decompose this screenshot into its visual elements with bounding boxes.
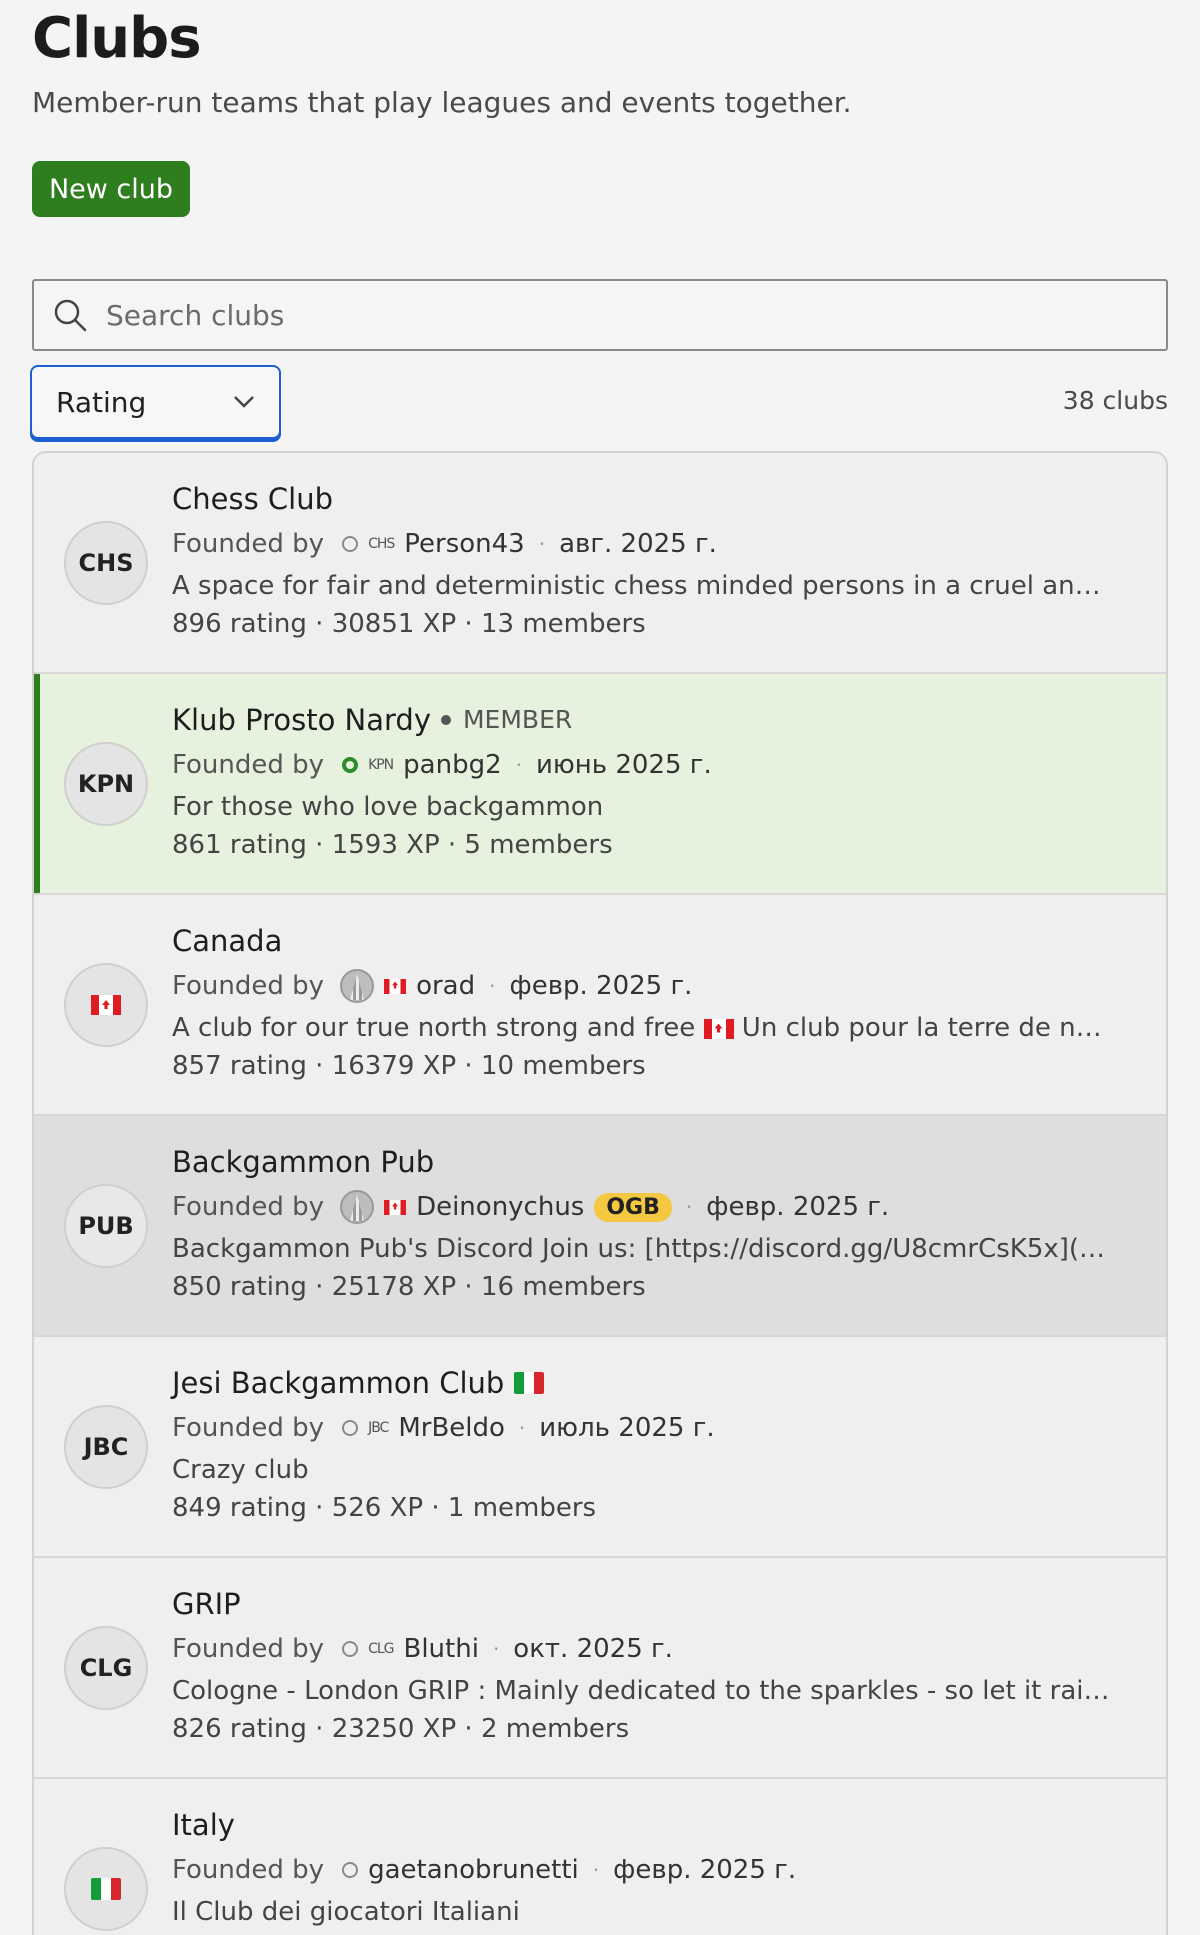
clubs-page: Clubs Member-run teams that play leagues… (0, 0, 1200, 1935)
club-avatar: CHS (64, 521, 148, 605)
club-founder-line: Founded by KPN panbg2 · июнь 2025 г. (172, 750, 712, 780)
patron-icon (340, 1190, 375, 1224)
club-name[interactable]: Canada (172, 921, 1126, 961)
separator-dot: · (515, 753, 522, 777)
sort-select[interactable]: Rating (30, 365, 281, 439)
founder-username[interactable]: panbg2 (403, 750, 501, 780)
club-name[interactable]: Chess Club (172, 479, 1126, 519)
club-name[interactable]: Italy (172, 1805, 1126, 1845)
founder-username[interactable]: Deinonychus (416, 1192, 584, 1222)
canada-flag-icon (703, 1018, 734, 1039)
club-row[interactable]: KPN Klub Prosto Nardy MEMBER Founded by … (34, 674, 1166, 895)
club-stats: 857 rating · 16379 XP · 10 members (172, 1051, 646, 1081)
club-founder-line: Founded by Deinonychus OGB · февр. 2025 … (172, 1190, 890, 1224)
founder-username[interactable]: gaetanobrunetti (368, 1855, 579, 1885)
founder-club-tag: CLG (368, 1641, 394, 1657)
club-avatar: KPN (64, 742, 148, 826)
clubs-count: 38 clubs (1062, 386, 1168, 415)
club-founder-line: Founded by gaetanobrunetti · февр. 2025 … (172, 1855, 797, 1885)
offline-status-icon (342, 536, 359, 552)
club-avatar: JBC (64, 1405, 148, 1489)
club-name[interactable]: GRIP (172, 1584, 1126, 1624)
offline-status-icon (342, 1641, 359, 1657)
search-box[interactable] (32, 279, 1168, 351)
club-description: Il Club dei giocatori Italiani (172, 1897, 520, 1927)
club-description: For those who love backgammon (172, 792, 604, 822)
chevron-down-icon (234, 396, 254, 408)
club-founder-line: Founded by JBC MrBeldo · июль 2025 г. (172, 1413, 715, 1443)
club-founder-line: Founded by orad · февр. 2025 г. (172, 969, 693, 1003)
separator-dot: · (538, 532, 546, 556)
club-stats: 826 rating · 23250 XP · 2 members (172, 1714, 630, 1744)
club-row[interactable]: JBC Jesi Backgammon Club Founded by JBC … (34, 1337, 1166, 1558)
club-avatar: PUB (64, 1184, 148, 1268)
club-date: июнь 2025 г. (536, 750, 712, 780)
club-stats: 850 rating · 25178 XP · 16 members (172, 1272, 646, 1302)
club-row[interactable]: CHS Chess Club Founded by CHS Person43 ·… (34, 453, 1166, 674)
club-description: Crazy club (172, 1455, 309, 1485)
club-avatar: CLG (64, 1626, 148, 1710)
separator-dot: · (685, 1195, 693, 1219)
club-founder-line: Founded by CHS Person43 · авг. 2025 г. (172, 529, 717, 559)
page-subtitle: Member-run teams that play leagues and e… (32, 86, 852, 119)
club-name[interactable]: Backgammon Pub (172, 1142, 1126, 1182)
patron-icon (340, 969, 375, 1003)
canada-flag-icon (91, 995, 121, 1015)
separator-dot: · (492, 1637, 500, 1661)
founder-club-tag: JBC (368, 1420, 389, 1436)
search-input[interactable] (106, 298, 1106, 332)
club-date: февр. 2025 г. (706, 1192, 890, 1222)
founder-club-tag: KPN (368, 757, 394, 773)
search-icon (54, 299, 87, 332)
member-badge: MEMBER (441, 700, 572, 740)
sort-selected-label: Rating (56, 385, 147, 419)
founder-username[interactable]: Person43 (404, 529, 524, 559)
club-date: авг. 2025 г. (559, 529, 717, 559)
founder-username[interactable]: MrBeldo (398, 1413, 505, 1443)
founder-username[interactable]: orad (416, 971, 475, 1001)
clubs-list: CHS Chess Club Founded by CHS Person43 ·… (32, 451, 1168, 1935)
separator-dot: · (518, 1416, 526, 1440)
founder-username[interactable]: Bluthi (404, 1634, 479, 1664)
offline-status-icon (342, 1420, 359, 1436)
offline-status-icon (342, 1862, 359, 1878)
club-row[interactable]: Canada Founded by orad · февр. 2025 г. A… (34, 895, 1166, 1116)
italy-flag-icon (91, 1878, 121, 1900)
club-avatar (64, 1847, 148, 1931)
club-description: Backgammon Pub's Discord Join us: [https… (172, 1234, 1112, 1264)
new-club-button[interactable]: New club (32, 161, 190, 217)
club-date: февр. 2025 г. (613, 1855, 797, 1885)
club-date: окт. 2025 г. (513, 1634, 673, 1664)
italy-flag-icon (514, 1372, 545, 1394)
online-status-icon (342, 757, 359, 773)
club-date: июль 2025 г. (539, 1413, 715, 1443)
club-description: A club for our true north strong and fre… (172, 1013, 1112, 1043)
club-founder-line: Founded by CLG Bluthi · окт. 2025 г. (172, 1634, 673, 1664)
founder-club-tag: CHS (368, 536, 395, 552)
separator-dot: · (489, 974, 496, 998)
canada-flag-icon (384, 1199, 407, 1215)
page-title: Clubs (32, 6, 202, 71)
club-stats: 861 rating · 1593 XP · 5 members (172, 830, 613, 860)
club-description: A space for fair and deterministic chess… (172, 571, 1112, 601)
club-date: февр. 2025 г. (509, 971, 693, 1001)
founder-badge: OGB (594, 1192, 672, 1222)
club-row[interactable]: Italy Founded by gaetanobrunetti · февр.… (34, 1779, 1166, 1935)
club-description: Cologne - London GRIP : Mainly dedicated… (172, 1676, 1112, 1706)
separator-dot: · (592, 1858, 600, 1882)
club-name[interactable]: Jesi Backgammon Club (172, 1363, 1126, 1403)
canada-flag-icon (384, 978, 407, 994)
club-stats: 896 rating · 30851 XP · 13 members (172, 609, 646, 639)
club-avatar (64, 963, 148, 1047)
club-stats: 849 rating · 526 XP · 1 members (172, 1493, 597, 1523)
club-name[interactable]: Klub Prosto Nardy MEMBER (172, 700, 1126, 740)
club-row[interactable]: CLG GRIP Founded by CLG Bluthi · окт. 20… (34, 1558, 1166, 1779)
club-row[interactable]: PUB Backgammon Pub Founded by Deinonychu… (34, 1116, 1166, 1337)
